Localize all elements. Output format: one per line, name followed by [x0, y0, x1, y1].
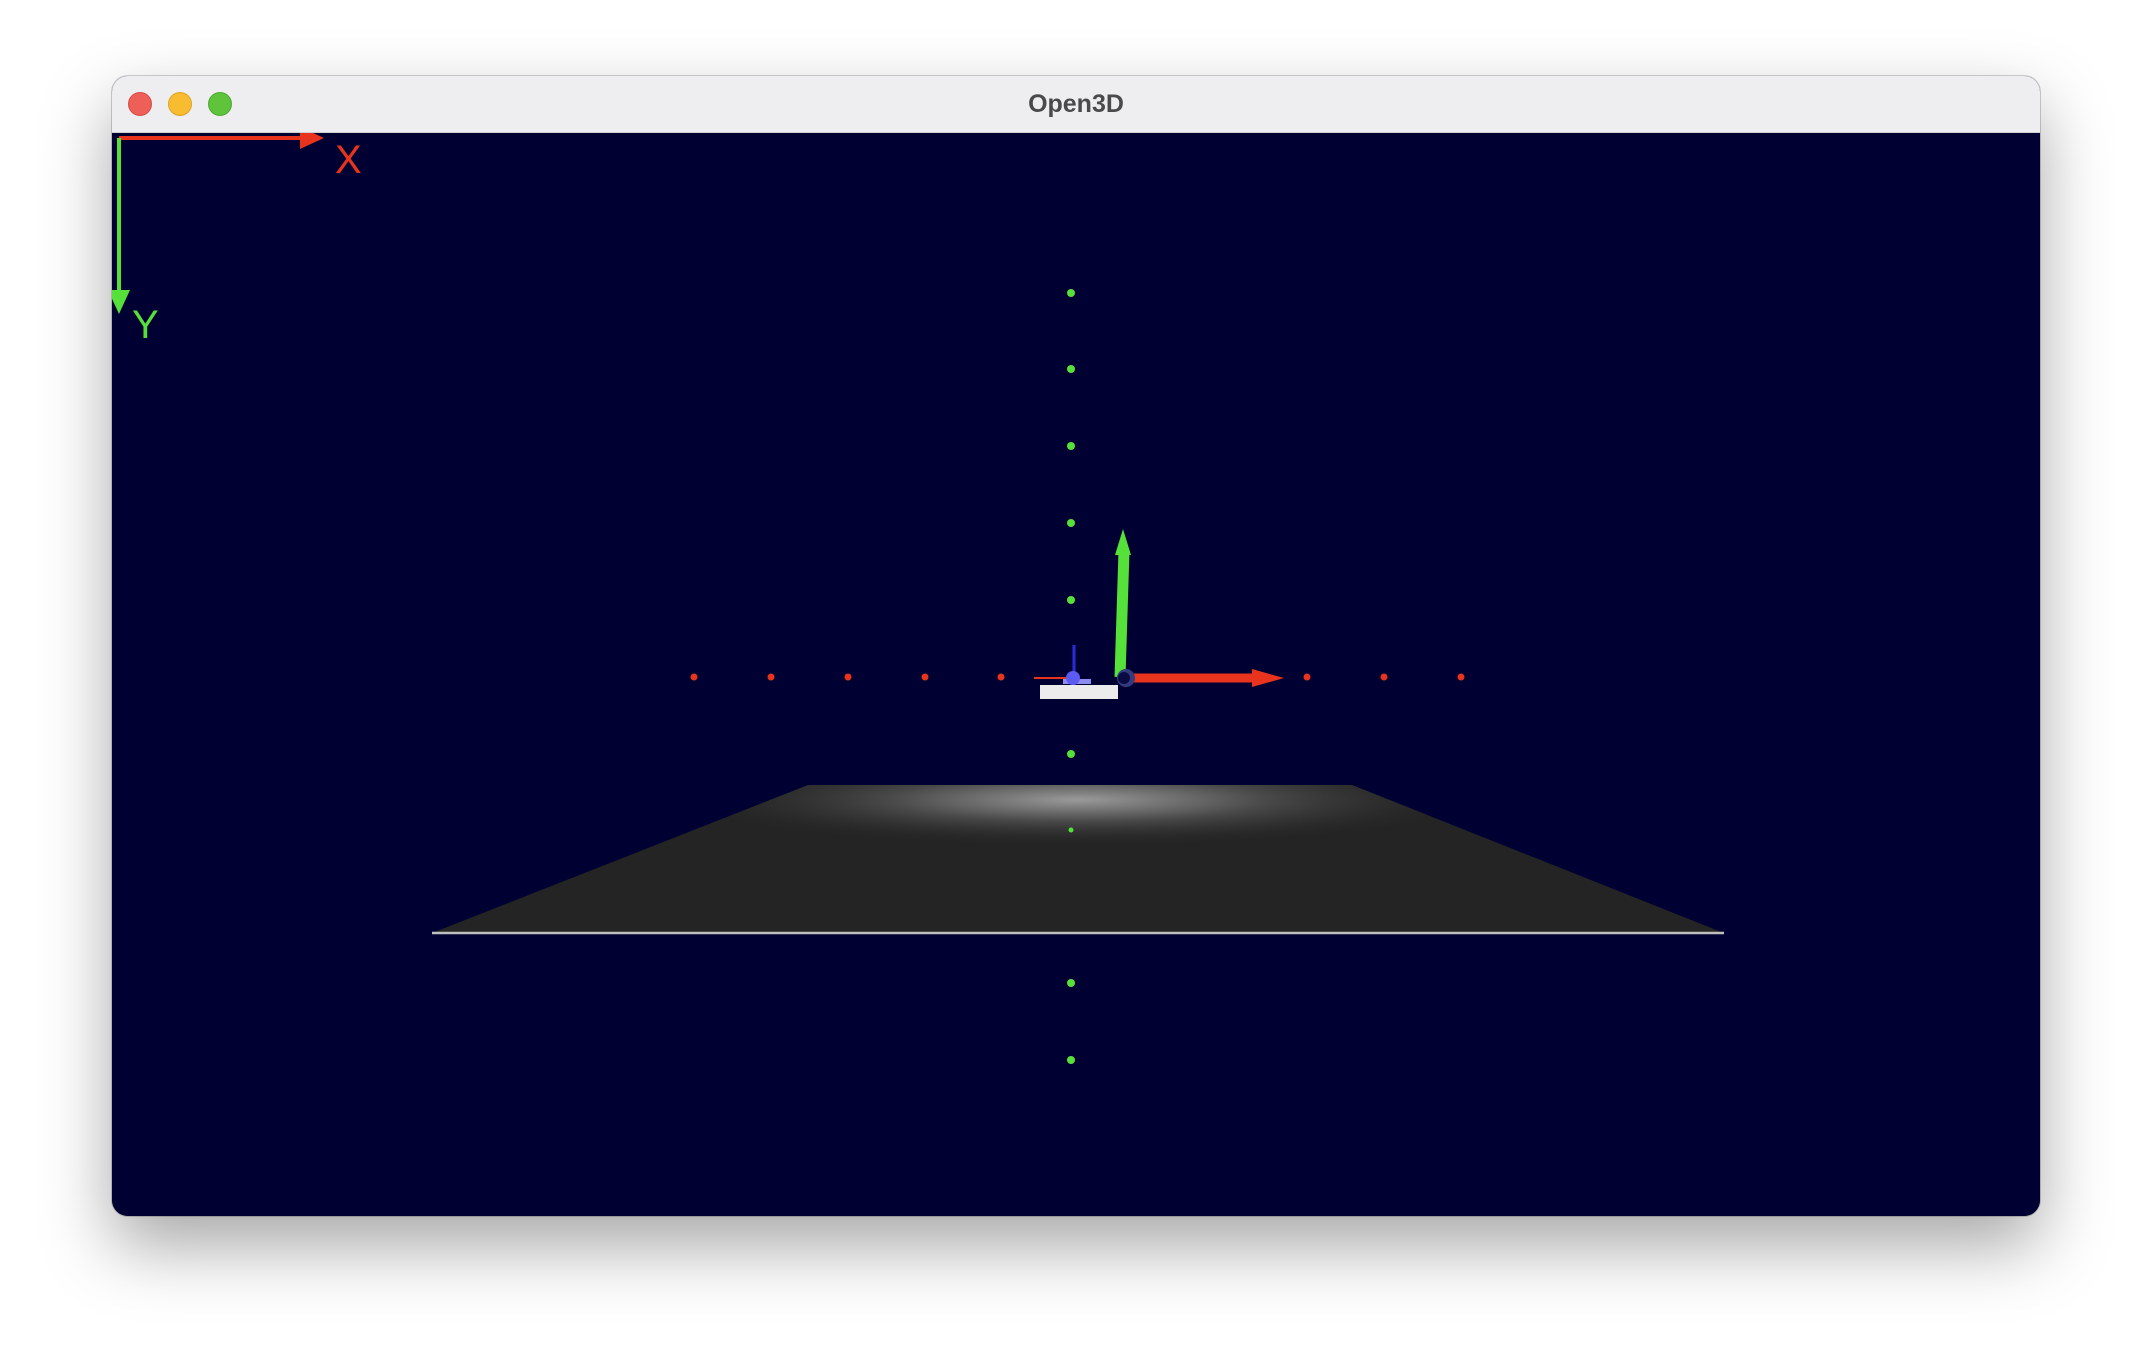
x-dot — [1457, 673, 1465, 681]
x-dot — [767, 673, 775, 681]
y-dot — [1067, 750, 1075, 758]
x-dot — [1303, 673, 1311, 681]
floor-light-spot — [432, 785, 1724, 933]
frame-origin-inner — [1118, 672, 1130, 684]
frame-y-arrow-head — [1115, 529, 1131, 555]
origin-object — [1034, 645, 1118, 699]
x-dot — [690, 673, 698, 681]
gizmo-y-arrowhead — [112, 290, 130, 314]
y-dot — [1067, 519, 1075, 527]
origin-block — [1040, 685, 1118, 699]
x-dot — [844, 673, 852, 681]
coordinate-frame — [1114, 529, 1284, 687]
window-title: Open3D — [1028, 90, 1124, 118]
y-dot — [1067, 979, 1075, 987]
y-dot — [1067, 596, 1075, 604]
y-dot — [1068, 827, 1074, 833]
3d-viewport[interactable]: X Y — [112, 133, 2040, 1216]
x-dot — [1380, 673, 1388, 681]
frame-x-arrow-head — [1252, 669, 1284, 687]
x-dot — [921, 673, 929, 681]
gizmo-y-label: Y — [132, 303, 159, 347]
gizmo-x-label: X — [335, 138, 362, 182]
floor-plane — [432, 785, 1724, 935]
y-dot — [1067, 442, 1075, 450]
scene-canvas[interactable]: X Y — [112, 133, 2040, 1216]
origin-sphere — [1066, 671, 1080, 685]
y-dot — [1067, 289, 1075, 297]
gizmo-x-arrowhead — [300, 133, 324, 149]
x-dot — [997, 673, 1005, 681]
orientation-gizmo: X Y — [112, 133, 362, 347]
y-dot — [1067, 365, 1075, 373]
frame-y-arrow-shaft — [1114, 550, 1130, 678]
title-bar[interactable]: Open3D — [112, 76, 2040, 133]
open3d-window: Open3D X Y — [112, 76, 2040, 1216]
y-dot — [1067, 1056, 1075, 1064]
